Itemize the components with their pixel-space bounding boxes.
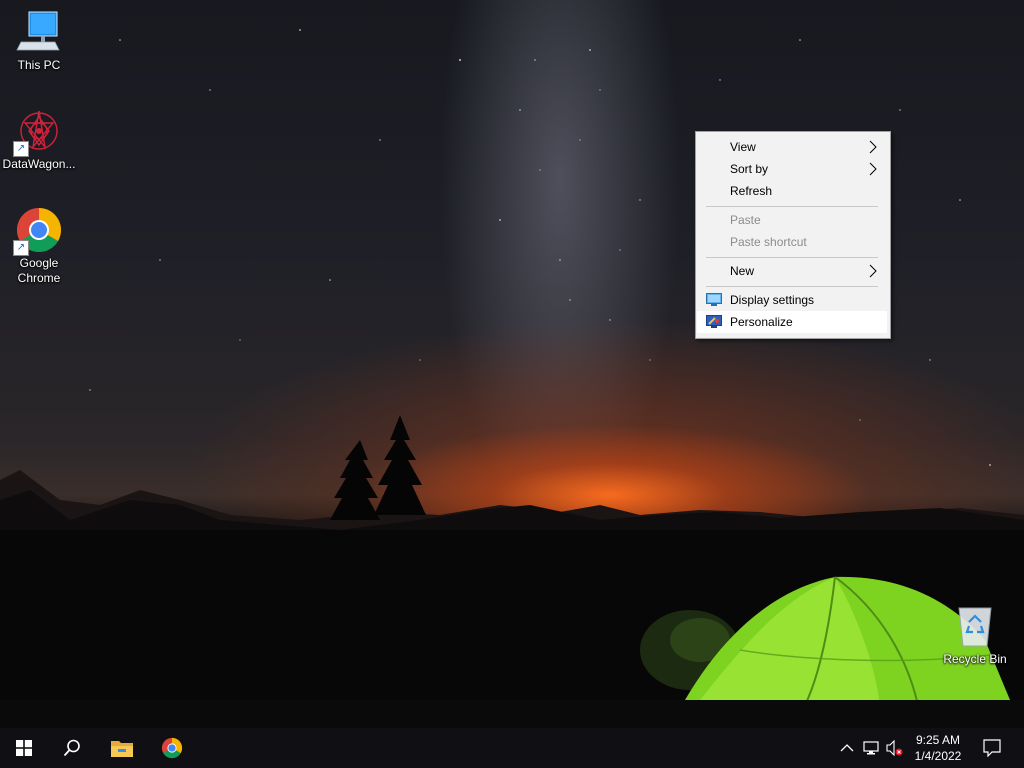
taskbar-google-chrome[interactable] <box>148 728 196 768</box>
menu-separator <box>706 257 878 258</box>
desktop-icon-label: Google Chrome <box>17 256 61 285</box>
chevron-right-icon <box>869 140 877 157</box>
chrome-icon <box>161 737 183 759</box>
notification-icon <box>983 739 1001 758</box>
menu-separator <box>706 286 878 287</box>
search-icon <box>63 739 80 757</box>
menu-item-label: Personalize <box>730 315 793 329</box>
chrome-icon: ↗ <box>13 206 63 256</box>
network-icon <box>863 741 879 755</box>
computer-icon <box>15 8 63 56</box>
desktop-icon-google-chrome[interactable]: ↗ Google Chrome <box>1 206 77 286</box>
clock-date: 1/4/2022 <box>914 749 962 763</box>
menu-item-refresh[interactable]: Refresh <box>697 180 887 202</box>
taskbar: 9:25 AM 1/4/2022 <box>0 728 1024 768</box>
windows-logo-icon <box>16 740 32 756</box>
personalize-icon <box>706 315 722 329</box>
menu-item-view[interactable]: View <box>697 136 887 158</box>
desktop-wallpaper[interactable] <box>0 0 1024 728</box>
menu-separator <box>706 206 878 207</box>
menu-item-label: Refresh <box>730 184 773 198</box>
datawagon-icon: ↗ <box>13 107 63 157</box>
menu-item-personalize[interactable]: Personalize <box>697 311 887 333</box>
menu-item-display-settings[interactable]: Display settings <box>697 289 887 311</box>
wallpaper-scene <box>0 29 1024 728</box>
menu-item-label: Display settings <box>730 293 815 307</box>
menu-item-label: View <box>730 140 756 154</box>
volume-button[interactable] <box>886 739 903 757</box>
menu-item-new[interactable]: New <box>697 260 887 282</box>
desktop-icon-recycle-bin[interactable]: Recycle Bin <box>937 602 1013 667</box>
desktop-icon-this-pc[interactable]: This PC <box>1 8 77 73</box>
menu-item-paste-shortcut[interactable]: Paste shortcut <box>697 231 887 253</box>
show-hidden-icons-button[interactable] <box>839 740 855 756</box>
chevron-right-icon <box>869 264 877 281</box>
action-center-button[interactable] <box>983 739 1001 758</box>
file-explorer-icon <box>111 741 133 757</box>
display-icon <box>706 293 722 307</box>
menu-item-label: New <box>730 264 755 278</box>
volume-muted-icon <box>886 739 903 757</box>
search-button[interactable] <box>48 728 96 768</box>
menu-item-paste[interactable]: Paste <box>697 209 887 231</box>
start-button[interactable] <box>0 728 48 768</box>
taskbar-file-explorer[interactable] <box>98 728 146 768</box>
shortcut-arrow-icon: ↗ <box>13 141 29 157</box>
menu-item-label: Paste shortcut <box>730 235 807 249</box>
menu-item-label: Paste <box>730 213 761 227</box>
chevron-right-icon <box>869 162 877 179</box>
clock-time: 9:25 AM <box>915 733 961 747</box>
menu-item-label: Sort by <box>730 162 769 176</box>
desktop-icon-label: Recycle Bin <box>943 652 1007 666</box>
recycle-bin-icon <box>951 602 999 650</box>
shortcut-arrow-icon: ↗ <box>13 240 29 256</box>
taskbar-clock[interactable]: 9:25 AM 1/4/2022 <box>906 732 970 764</box>
desktop-context-menu: View Sort by Refresh Paste Paste shortcu… <box>695 131 891 339</box>
desktop-icon-label: This PC <box>17 58 61 72</box>
network-button[interactable] <box>863 740 879 756</box>
desktop-icon-label: DataWagon... <box>2 157 76 171</box>
chevron-up-icon <box>840 744 854 752</box>
menu-item-sort-by[interactable]: Sort by <box>697 158 887 180</box>
desktop-icon-datawagon[interactable]: ↗ DataWagon... <box>1 107 77 172</box>
